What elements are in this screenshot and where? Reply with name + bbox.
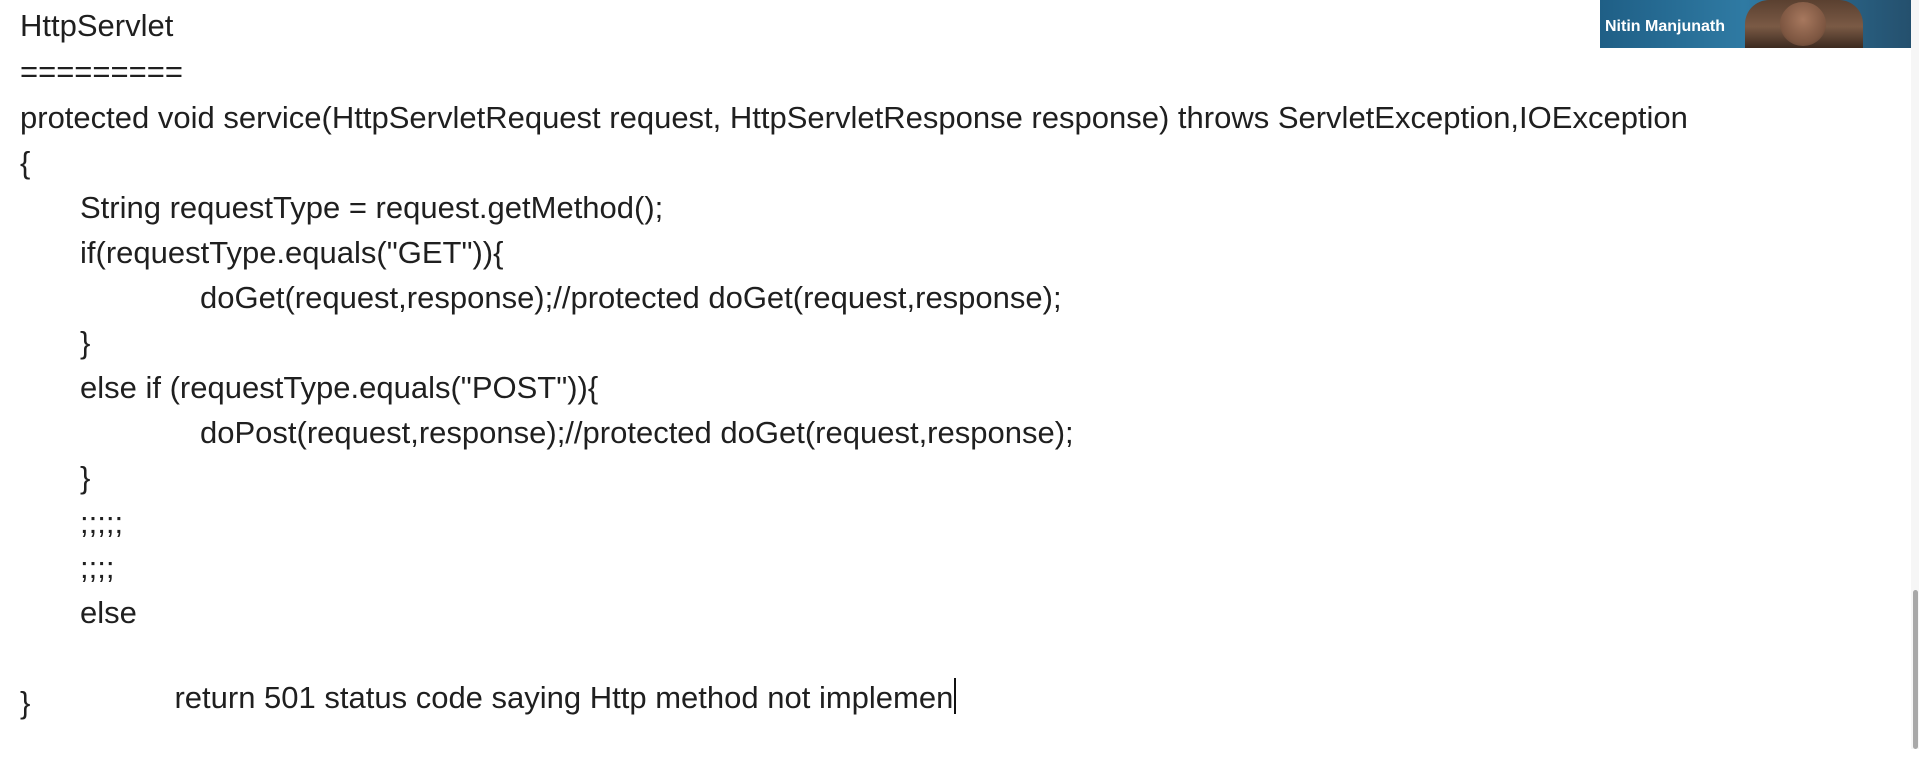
code-line[interactable]: HttpServlet [20, 6, 173, 46]
code-line-text: return 501 status code saying Http metho… [174, 680, 954, 715]
code-line[interactable]: doPost(request,response);//protected doG… [200, 413, 1074, 453]
code-line[interactable]: } [80, 458, 90, 498]
code-line[interactable]: else if (requestType.equals("POST")){ [80, 368, 598, 408]
participant-face [1780, 2, 1826, 46]
code-line[interactable]: { [20, 143, 30, 183]
code-line[interactable]: if(requestType.equals("GET")){ [80, 233, 503, 273]
code-line[interactable]: ;;;;; [80, 503, 123, 543]
code-line[interactable]: String requestType = request.getMethod()… [80, 188, 663, 228]
code-editor[interactable]: HttpServlet ========= protected void ser… [0, 0, 1919, 749]
vertical-scrollbar[interactable] [1911, 0, 1919, 749]
code-line[interactable]: ;;;; [80, 548, 114, 588]
code-line[interactable]: doGet(request,response);//protected doGe… [200, 278, 1062, 318]
code-line[interactable]: else [80, 593, 137, 633]
participant-video [1745, 0, 1863, 48]
text-caret [954, 678, 957, 714]
code-line[interactable]: ========= [20, 52, 183, 92]
scrollbar-thumb[interactable] [1913, 590, 1918, 749]
code-line-active[interactable]: return 501 status code saying Http metho… [140, 638, 957, 758]
participant-video-tile[interactable]: Nitin Manjunath [1600, 0, 1919, 48]
participant-name: Nitin Manjunath [1605, 18, 1725, 35]
code-line[interactable]: } [20, 683, 30, 723]
code-line[interactable]: protected void service(HttpServletReques… [20, 98, 1688, 138]
code-line[interactable]: } [80, 323, 90, 363]
